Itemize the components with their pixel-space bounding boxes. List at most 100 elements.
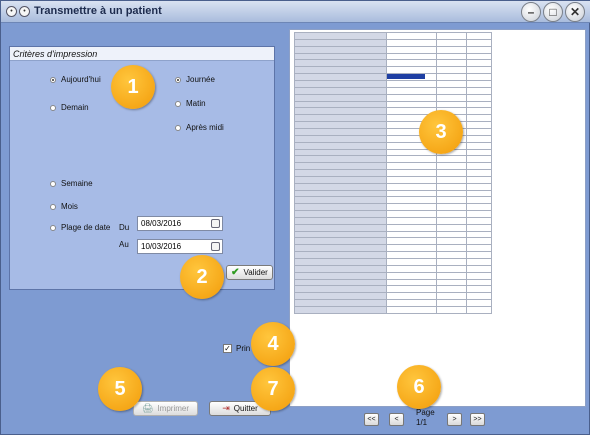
schedule-preview-row xyxy=(294,32,492,40)
schedule-preview-cell xyxy=(466,244,492,253)
schedule-preview-cell xyxy=(466,175,492,184)
first-page-button[interactable]: << xyxy=(364,413,379,426)
maximize-button[interactable]: □ xyxy=(543,2,563,22)
radio-morning-indicator[interactable] xyxy=(175,100,181,107)
schedule-preview-cell xyxy=(466,169,492,177)
schedule-preview-cell xyxy=(294,148,387,157)
schedule-preview-cell xyxy=(436,66,467,75)
schedule-preview-cell xyxy=(386,38,437,47)
radio-afternoon[interactable]: Après midi xyxy=(175,123,224,132)
title-bar: • • Transmettre à un patient – □ ✕ xyxy=(1,1,590,23)
schedule-preview-cell xyxy=(436,299,467,307)
radio-date-range-indicator[interactable] xyxy=(50,224,56,231)
schedule-preview-cell xyxy=(436,251,467,259)
printer-icon: 🖨 xyxy=(142,403,154,413)
to-date-field[interactable]: 10/03/2016 xyxy=(137,239,223,254)
schedule-preview-row xyxy=(294,155,492,164)
schedule-preview-cell xyxy=(294,230,387,239)
schedule-preview-cell xyxy=(436,45,467,54)
radio-month[interactable]: Mois xyxy=(50,202,78,211)
radio-day-indicator[interactable] xyxy=(175,76,181,83)
schedule-preview-cell xyxy=(466,278,492,287)
schedule-preview-cell xyxy=(436,285,467,294)
from-date-field[interactable]: 08/03/2016 xyxy=(137,216,223,231)
calendar-icon[interactable] xyxy=(211,219,220,228)
schedule-preview-cell xyxy=(386,285,437,294)
schedule-preview-cell xyxy=(436,155,467,164)
schedule-preview-row xyxy=(294,264,492,273)
dialog-window: • • Transmettre à un patient – □ ✕ Critè… xyxy=(0,0,590,435)
last-page-button[interactable]: >> xyxy=(470,413,485,426)
schedule-preview-cell xyxy=(466,93,492,102)
schedule-preview-cell xyxy=(466,32,492,40)
radio-afternoon-indicator[interactable] xyxy=(175,124,181,131)
validate-button[interactable]: ✔ Valider xyxy=(226,265,273,280)
schedule-preview-cell xyxy=(436,196,467,205)
radio-today[interactable]: Aujourd'hui xyxy=(50,75,101,84)
schedule-preview-cell xyxy=(294,134,387,143)
radio-month-indicator[interactable] xyxy=(50,203,56,210)
schedule-preview-cell xyxy=(294,216,387,225)
radio-day[interactable]: Journée xyxy=(175,75,215,84)
radio-tomorrow[interactable]: Demain xyxy=(50,103,89,112)
schedule-preview-cell xyxy=(294,237,387,246)
schedule-preview-cell xyxy=(386,299,437,307)
schedule-preview-cell xyxy=(386,230,437,239)
schedule-preview-cell xyxy=(436,100,467,109)
schedule-preview-row xyxy=(294,59,492,68)
schedule-preview-cell xyxy=(436,32,467,40)
schedule-preview-cell xyxy=(294,210,387,218)
schedule-preview-row xyxy=(294,244,492,253)
schedule-preview-cell xyxy=(436,292,467,301)
close-button[interactable]: ✕ xyxy=(565,2,585,22)
radio-week-indicator[interactable] xyxy=(50,180,56,187)
page-indicator: Page 1/1 xyxy=(416,408,435,428)
schedule-preview-cell xyxy=(294,107,387,116)
schedule-preview-cell xyxy=(436,244,467,253)
callout-badge-5: 5 xyxy=(98,367,142,411)
schedule-preview-cell xyxy=(294,100,387,109)
schedule-preview-cell xyxy=(386,59,437,68)
stop-icon[interactable]: • xyxy=(19,6,30,17)
schedule-preview-cell xyxy=(466,45,492,54)
schedule-preview-row xyxy=(294,271,492,280)
radio-date-range-label: Plage de date xyxy=(61,223,111,232)
radio-today-indicator[interactable] xyxy=(50,76,56,83)
schedule-preview-cell xyxy=(294,80,387,88)
print-checkbox-box[interactable]: ✓ xyxy=(223,344,232,353)
schedule-preview-cell xyxy=(294,244,387,253)
prev-page-button[interactable]: < xyxy=(389,413,404,426)
schedule-preview-cell xyxy=(386,264,437,273)
minimize-button[interactable]: – xyxy=(521,2,541,22)
schedule-preview-cell xyxy=(436,93,467,102)
next-page-button[interactable]: > xyxy=(447,413,462,426)
callout-badge-3: 3 xyxy=(419,110,463,154)
quit-button-label: Quitter xyxy=(233,404,258,413)
radio-today-label: Aujourd'hui xyxy=(61,75,101,84)
schedule-preview-row xyxy=(294,169,492,177)
radio-date-range[interactable]: Plage de date xyxy=(50,223,110,232)
schedule-preview-cell xyxy=(294,52,387,61)
schedule-preview-cell xyxy=(466,86,492,95)
system-menu-icon[interactable]: • xyxy=(6,6,17,17)
schedule-preview-cell xyxy=(386,66,437,75)
criteria-heading: Critères d'impression xyxy=(10,47,274,61)
schedule-preview-cell xyxy=(466,141,492,150)
schedule-preview-cell xyxy=(294,189,387,198)
radio-morning[interactable]: Matin xyxy=(175,99,206,108)
print-button[interactable]: 🖨 Imprimer xyxy=(133,401,198,416)
schedule-preview-cell xyxy=(294,162,387,171)
calendar-icon[interactable] xyxy=(211,242,220,251)
schedule-preview-cell xyxy=(294,66,387,75)
to-date-value: 10/03/2016 xyxy=(141,242,182,251)
schedule-preview-row xyxy=(294,299,492,307)
schedule-preview-cell xyxy=(386,244,437,253)
schedule-preview-cell xyxy=(294,223,387,232)
radio-week[interactable]: Semaine xyxy=(50,179,93,188)
radio-tomorrow-indicator[interactable] xyxy=(50,104,56,111)
schedule-preview-cell xyxy=(386,100,437,109)
print-checkbox[interactable]: ✓ Prin xyxy=(223,344,250,353)
schedule-preview-cell xyxy=(294,175,387,184)
callout-badge-6: 6 xyxy=(397,365,441,409)
schedule-preview-cell xyxy=(294,203,387,212)
